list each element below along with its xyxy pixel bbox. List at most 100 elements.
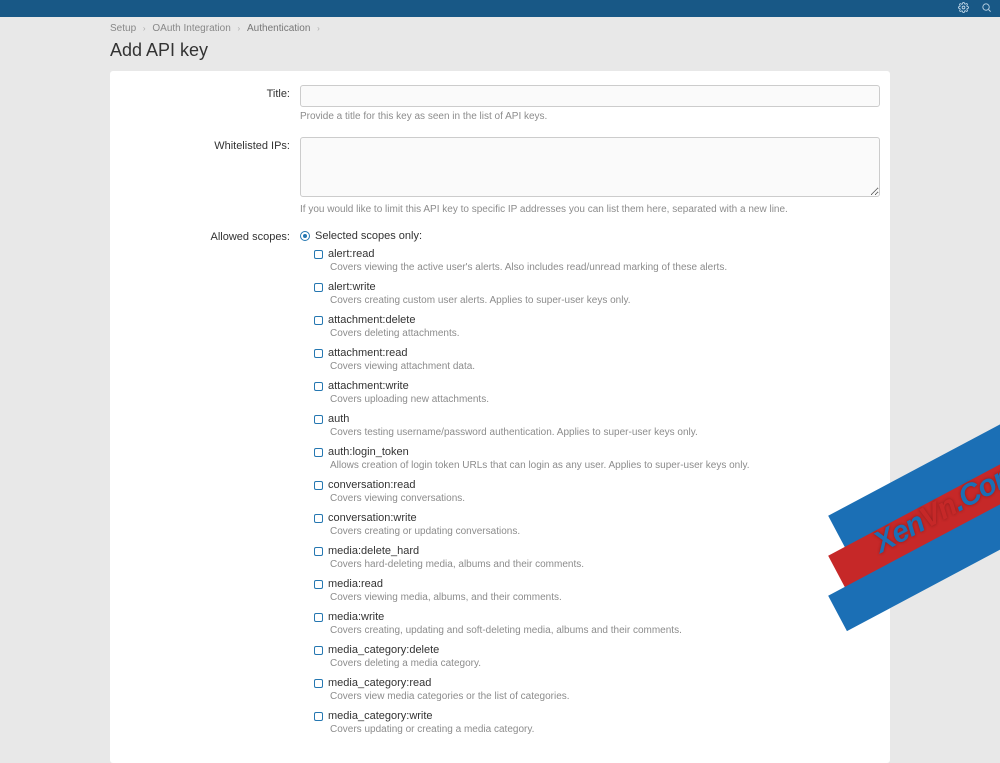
checkbox-icon[interactable] (314, 514, 323, 523)
scope-option[interactable]: media_category:delete (314, 644, 880, 656)
radio-icon[interactable] (300, 231, 310, 241)
chevron-right-icon: › (143, 24, 146, 33)
scope-description: Covers creating custom user alerts. Appl… (330, 294, 880, 307)
breadcrumb-setup[interactable]: Setup (110, 23, 136, 34)
scope-name: alert:write (328, 281, 376, 293)
scope-item: media_category:readCovers view media cat… (314, 677, 880, 703)
scope-option[interactable]: attachment:delete (314, 314, 880, 326)
scope-description: Allows creation of login token URLs that… (330, 459, 880, 472)
whitelisted-ips-label: Whitelisted IPs: (120, 137, 300, 152)
selected-scopes-only-option[interactable]: Selected scopes only: (300, 230, 880, 242)
scope-name: auth:login_token (328, 446, 409, 458)
scope-description: Covers view media categories or the list… (330, 690, 880, 703)
scope-description: Covers uploading new attachments. (330, 393, 880, 406)
checkbox-icon[interactable] (314, 316, 323, 325)
scope-name: conversation:write (328, 512, 417, 524)
scope-item: media:readCovers viewing media, albums, … (314, 578, 880, 604)
scope-description: Covers viewing attachment data. (330, 360, 880, 373)
scope-description: Covers deleting attachments. (330, 327, 880, 340)
breadcrumb-oauth[interactable]: OAuth Integration (152, 23, 230, 34)
scope-item: media:delete_hardCovers hard-deleting me… (314, 545, 880, 571)
page-title: Add API key (110, 40, 890, 61)
breadcrumb-authentication[interactable]: Authentication (247, 23, 310, 34)
page-container: Setup › OAuth Integration › Authenticati… (110, 17, 890, 763)
checkbox-icon[interactable] (314, 283, 323, 292)
scope-list: alert:readCovers viewing the active user… (300, 248, 880, 736)
whitelisted-ips-row: Whitelisted IPs: If you would like to li… (120, 133, 880, 226)
checkbox-icon[interactable] (314, 646, 323, 655)
checkbox-icon[interactable] (314, 415, 323, 424)
title-hint: Provide a title for this key as seen in … (300, 110, 880, 123)
scope-item: media_category:deleteCovers deleting a m… (314, 644, 880, 670)
scope-name: alert:read (328, 248, 374, 260)
checkbox-icon[interactable] (314, 679, 323, 688)
scope-name: media_category:read (328, 677, 431, 689)
scope-name: attachment:read (328, 347, 408, 359)
scope-item: conversation:readCovers viewing conversa… (314, 479, 880, 505)
whitelisted-ips-hint: If you would like to limit this API key … (300, 203, 880, 216)
scope-item: attachment:writeCovers uploading new att… (314, 380, 880, 406)
scope-name: attachment:delete (328, 314, 415, 326)
form-panel: Title: Provide a title for this key as s… (110, 71, 890, 763)
checkbox-icon[interactable] (314, 349, 323, 358)
allowed-scopes-label: Allowed scopes: (120, 230, 300, 243)
scope-item: media:writeCovers creating, updating and… (314, 611, 880, 637)
scope-option[interactable]: attachment:write (314, 380, 880, 392)
scope-name: conversation:read (328, 479, 415, 491)
scope-item: alert:writeCovers creating custom user a… (314, 281, 880, 307)
chevron-right-icon: › (317, 24, 320, 33)
scope-name: attachment:write (328, 380, 409, 392)
scope-option[interactable]: conversation:write (314, 512, 880, 524)
whitelisted-ips-input[interactable] (300, 137, 880, 197)
scope-option[interactable]: media_category:read (314, 677, 880, 689)
scope-description: Covers testing username/password authent… (330, 426, 880, 439)
checkbox-icon[interactable] (314, 613, 323, 622)
scope-item: auth:login_tokenAllows creation of login… (314, 446, 880, 472)
title-input[interactable] (300, 85, 880, 107)
checkbox-icon[interactable] (314, 580, 323, 589)
top-bar (0, 0, 1000, 17)
scope-item: attachment:deleteCovers deleting attachm… (314, 314, 880, 340)
scope-name: media:read (328, 578, 383, 590)
scope-option[interactable]: conversation:read (314, 479, 880, 491)
scope-name: auth (328, 413, 349, 425)
scope-name: media:write (328, 611, 384, 623)
scope-option[interactable]: attachment:read (314, 347, 880, 359)
scope-item: media_category:writeCovers updating or c… (314, 710, 880, 736)
scope-description: Covers hard-deleting media, albums and t… (330, 558, 880, 571)
scope-option[interactable]: media:delete_hard (314, 545, 880, 557)
checkbox-icon[interactable] (314, 448, 323, 457)
scope-item: attachment:readCovers viewing attachment… (314, 347, 880, 373)
checkbox-icon[interactable] (314, 547, 323, 556)
scope-option[interactable]: auth:login_token (314, 446, 880, 458)
checkbox-icon[interactable] (314, 481, 323, 490)
checkbox-icon[interactable] (314, 250, 323, 259)
scope-name: media_category:delete (328, 644, 439, 656)
scope-option[interactable]: media_category:write (314, 710, 880, 722)
scope-option[interactable]: media:write (314, 611, 880, 623)
scope-description: Covers updating or creating a media cate… (330, 723, 880, 736)
scope-item: conversation:writeCovers creating or upd… (314, 512, 880, 538)
scope-name: media_category:write (328, 710, 433, 722)
scope-description: Covers viewing conversations. (330, 492, 880, 505)
search-icon[interactable] (981, 2, 992, 16)
title-row: Title: Provide a title for this key as s… (120, 81, 880, 133)
scope-name: media:delete_hard (328, 545, 419, 557)
scope-option[interactable]: auth (314, 413, 880, 425)
scope-option[interactable]: alert:read (314, 248, 880, 260)
breadcrumb: Setup › OAuth Integration › Authenticati… (110, 17, 890, 38)
scope-description: Covers creating, updating and soft-delet… (330, 624, 880, 637)
allowed-scopes-row: Allowed scopes: Selected scopes only: al… (120, 226, 880, 753)
scope-description: Covers deleting a media category. (330, 657, 880, 670)
scope-option[interactable]: alert:write (314, 281, 880, 293)
checkbox-icon[interactable] (314, 712, 323, 721)
checkbox-icon[interactable] (314, 382, 323, 391)
scope-option[interactable]: media:read (314, 578, 880, 590)
chevron-right-icon: › (238, 24, 241, 33)
title-label: Title: (120, 85, 300, 100)
settings-icon[interactable] (958, 2, 969, 16)
scope-item: authCovers testing username/password aut… (314, 413, 880, 439)
selected-scopes-only-label: Selected scopes only: (315, 230, 422, 242)
scope-description: Covers viewing the active user's alerts.… (330, 261, 880, 274)
scope-item: alert:readCovers viewing the active user… (314, 248, 880, 274)
